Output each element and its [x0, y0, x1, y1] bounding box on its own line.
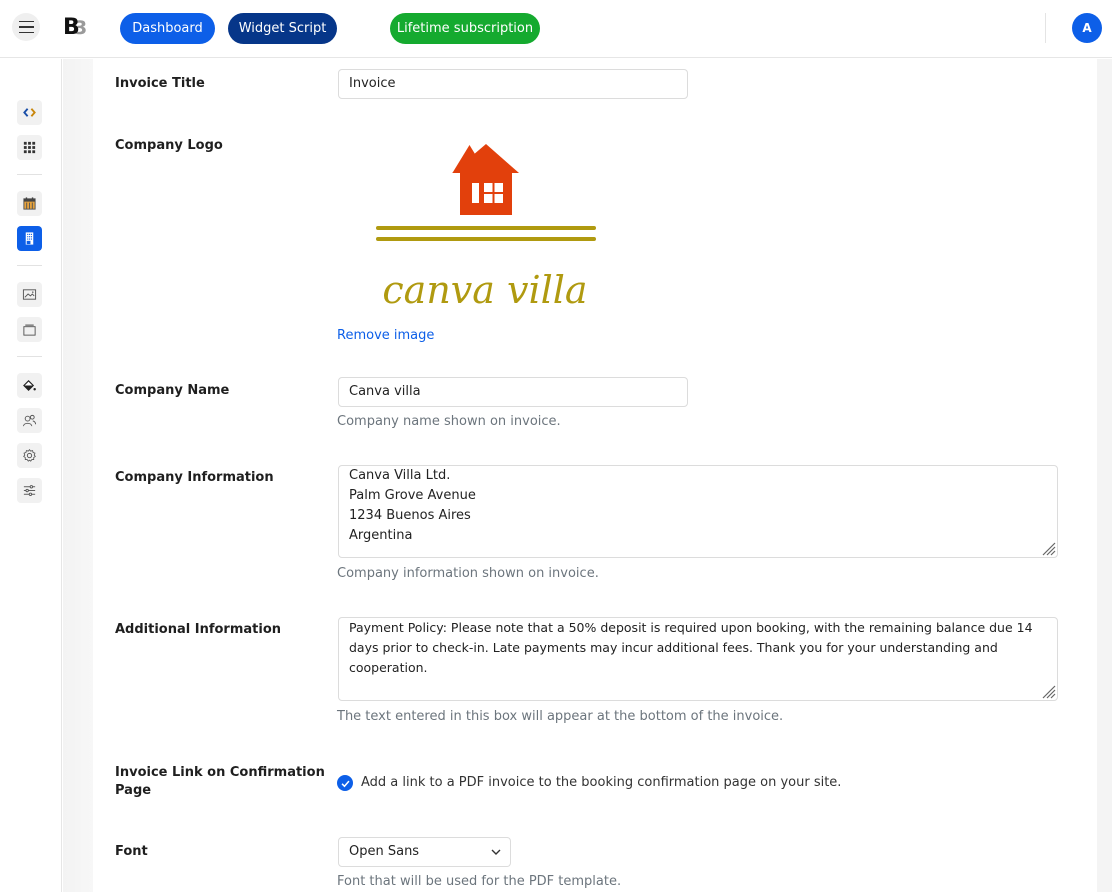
sidebar-divider: [17, 265, 42, 266]
sidebar: [0, 59, 62, 892]
additional-information-label: Additional Information: [115, 622, 282, 637]
sidebar-item-preferences[interactable]: [17, 478, 42, 503]
sidebar-item-code[interactable]: [17, 100, 42, 125]
topbar-divider: [1045, 13, 1046, 43]
company-name-help: Company name shown on invoice.: [337, 414, 561, 429]
company-information-textarea[interactable]: Canva Villa Ltd. Palm Grove Avenue 1234 …: [338, 465, 1058, 558]
sidebar-divider: [17, 174, 42, 175]
building-icon: [25, 232, 34, 245]
top-bar: 3 B Dashboard Widget Script Lifetime sub…: [0, 0, 1112, 58]
sidebar-divider: [17, 356, 42, 357]
content-gutter-left: [63, 59, 93, 892]
font-select[interactable]: Open Sans: [338, 837, 511, 867]
resize-handle-icon[interactable]: [1040, 540, 1056, 556]
sidebar-item-apps[interactable]: [17, 135, 42, 160]
additional-information-textarea[interactable]: Payment Policy: Please note that a 50% d…: [338, 617, 1058, 701]
hamburger-menu-button[interactable]: [12, 13, 40, 41]
sliders-icon: [23, 485, 36, 496]
hamburger-icon-line: [18, 20, 34, 23]
logo-line-top: [376, 226, 596, 230]
sidebar-item-calendar[interactable]: [17, 191, 42, 216]
users-icon: [22, 414, 37, 427]
additional-info-line: Payment Policy: Please note that a 50% d…: [349, 620, 1033, 635]
calendar-icon: [23, 197, 36, 210]
gear-icon: [23, 449, 36, 462]
company-name-input[interactable]: Canva villa: [338, 377, 688, 407]
dashboard-button[interactable]: Dashboard: [120, 13, 215, 44]
invoice-title-label: Invoice Title: [115, 76, 205, 91]
font-label: Font: [115, 844, 148, 859]
grid-icon: [23, 141, 36, 154]
chevron-down-icon: [491, 849, 501, 855]
font-select-value: Open Sans: [349, 844, 420, 859]
company-info-line: Palm Grove Avenue: [349, 488, 476, 503]
checkmark-icon: [341, 780, 350, 787]
content-gutter-right: [1097, 59, 1112, 892]
logo-primary: B: [63, 15, 80, 40]
company-name-label: Company Name: [115, 383, 230, 398]
lifetime-subscription-button[interactable]: Lifetime subscription: [390, 13, 540, 44]
window-icon: [23, 324, 36, 336]
additional-information-help: The text entered in this box will appear…: [337, 709, 784, 724]
additional-info-line: days prior to check-in. Late payments ma…: [349, 640, 998, 655]
company-info-line: Canva Villa Ltd.: [349, 468, 451, 483]
code-icon: [23, 108, 36, 117]
company-information-help: Company information shown on invoice.: [337, 566, 599, 581]
additional-info-line: cooperation.: [349, 660, 428, 675]
logo-line-bottom: [376, 237, 596, 241]
invoice-link-checkbox[interactable]: [337, 775, 353, 791]
house-icon: [452, 144, 519, 215]
company-info-line: Argentina: [349, 528, 413, 543]
company-logo-label: Company Logo: [115, 138, 223, 153]
app-logo[interactable]: 3 B: [63, 16, 89, 40]
company-logo-image: canva villa: [376, 144, 596, 310]
invoice-link-option: Add a link to a PDF invoice to the booki…: [337, 774, 841, 792]
invoice-link-label-line2: Page: [115, 783, 152, 798]
invoice-title-input[interactable]: Invoice: [338, 69, 688, 99]
image-icon: [22, 289, 37, 300]
company-info-line: 1234 Buenos Aires: [349, 508, 471, 523]
company-information-label: Company Information: [115, 470, 274, 485]
sidebar-item-settings[interactable]: [17, 443, 42, 468]
invoice-link-label: Invoice Link on Confirmation Page: [115, 764, 325, 800]
sidebar-item-appearance[interactable]: [17, 373, 42, 398]
sidebar-item-widgets[interactable]: [17, 317, 42, 342]
invoice-link-checkbox-label: Add a link to a PDF invoice to the booki…: [361, 775, 842, 790]
paint-bucket-icon: [23, 380, 36, 391]
resize-handle-icon[interactable]: [1040, 683, 1056, 699]
user-avatar[interactable]: A: [1072, 13, 1102, 43]
logo-text: canva villa: [382, 268, 587, 310]
remove-image-link[interactable]: Remove image: [337, 327, 434, 345]
sidebar-item-properties[interactable]: [17, 226, 42, 251]
font-help: Font that will be used for the PDF templ…: [337, 874, 622, 889]
sidebar-item-users[interactable]: [17, 408, 42, 433]
hamburger-icon-line: [18, 31, 34, 34]
hamburger-icon-line: [18, 26, 34, 28]
widget-script-button[interactable]: Widget Script: [228, 13, 337, 44]
sidebar-item-images[interactable]: [17, 282, 42, 307]
invoice-link-label-line1: Invoice Link on Confirmation: [115, 765, 325, 780]
